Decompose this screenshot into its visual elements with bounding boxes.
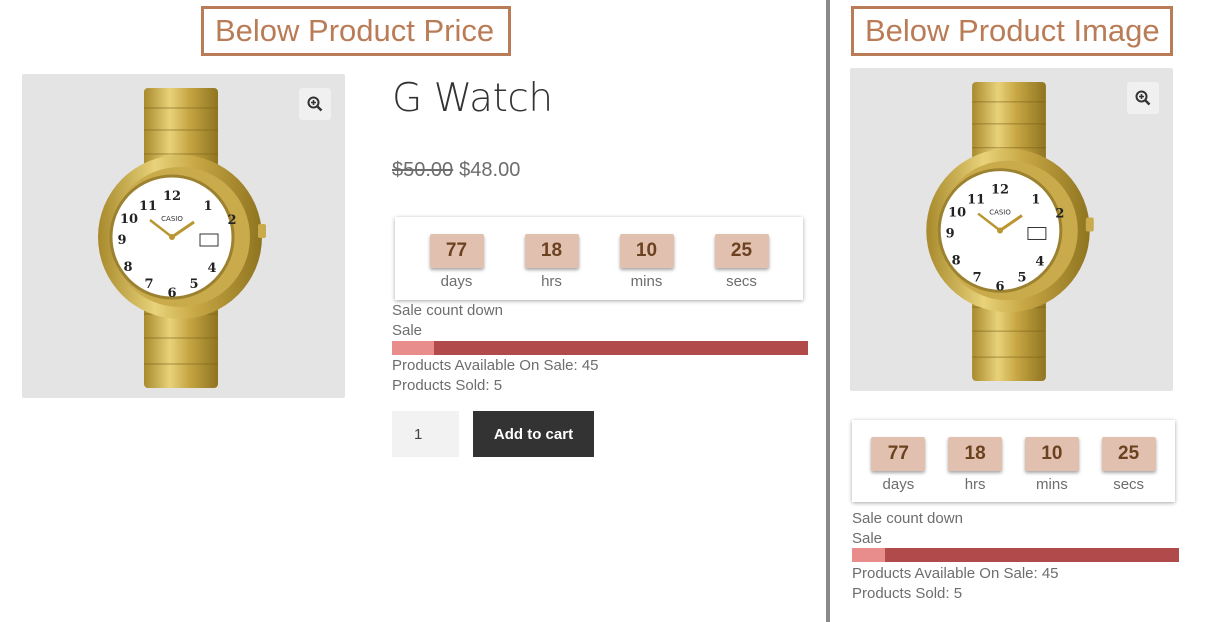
sale-label: Sale xyxy=(392,322,423,339)
svg-text:9: 9 xyxy=(946,226,955,241)
svg-text:1: 1 xyxy=(1031,193,1040,208)
svg-text:5: 5 xyxy=(189,277,198,292)
zoom-in-icon xyxy=(1135,90,1151,106)
svg-text:12: 12 xyxy=(163,189,181,204)
countdown-hours-label: hrs xyxy=(541,273,562,290)
product-image[interactable]: 12 1 2 456 78 9 10 11 CASIO xyxy=(22,74,345,398)
countdown-hours: 18 hrs xyxy=(524,234,579,300)
countdown-hours: 18 hrs xyxy=(948,437,1003,502)
section-divider xyxy=(826,0,830,622)
svg-text:12: 12 xyxy=(991,183,1009,198)
sale-countdown-label: Sale count down xyxy=(392,302,503,319)
countdown-days: 77 days xyxy=(429,234,484,300)
zoom-in-icon xyxy=(307,96,323,112)
countdown-days: 77 days xyxy=(871,437,926,502)
regular-price: $50.00 xyxy=(392,159,454,181)
add-to-cart-button[interactable]: Add to cart xyxy=(473,411,594,457)
countdown-minutes: 10 mins xyxy=(1024,437,1079,502)
products-sold-text: Products Sold: 5 xyxy=(392,377,503,394)
svg-text:2: 2 xyxy=(227,213,236,228)
svg-text:6: 6 xyxy=(167,286,176,301)
countdown-minutes-label: mins xyxy=(630,273,663,290)
countdown-minutes-value: 10 xyxy=(619,234,674,268)
svg-text:7: 7 xyxy=(144,277,153,292)
svg-text:10: 10 xyxy=(120,212,138,227)
sale-label: Sale xyxy=(852,530,883,547)
svg-text:1: 1 xyxy=(203,199,212,214)
svg-text:11: 11 xyxy=(139,199,157,214)
sale-progress-fill xyxy=(392,341,434,355)
watch-image: 12 12 456 78 9 1011 CASIO xyxy=(926,81,1094,382)
svg-text:9: 9 xyxy=(117,233,126,248)
product-image-right[interactable]: 12 1 2 456 78 9 10 11 CASIO xyxy=(850,68,1173,391)
svg-text:10: 10 xyxy=(948,206,966,221)
zoom-button[interactable] xyxy=(299,88,331,120)
svg-text:CASIO: CASIO xyxy=(161,215,183,223)
products-available-text: Products Available On Sale: 45 xyxy=(852,565,1059,582)
products-available-text: Products Available On Sale: 45 xyxy=(392,357,599,374)
sale-price: $48.00 xyxy=(459,159,521,181)
countdown-days-value: 77 xyxy=(429,234,484,268)
countdown-days-label: days xyxy=(882,476,915,493)
countdown-seconds: 25 secs xyxy=(1101,437,1156,502)
svg-text:7: 7 xyxy=(973,270,982,285)
countdown-minutes-label: mins xyxy=(1036,476,1068,493)
svg-text:6: 6 xyxy=(996,279,1005,294)
zoom-button[interactable] xyxy=(1127,82,1159,114)
countdown-hours-label: hrs xyxy=(964,476,986,493)
countdown-minutes: 10 mins xyxy=(619,234,674,300)
svg-text:CASIO: CASIO xyxy=(989,209,1011,217)
countdown-seconds-label: secs xyxy=(1113,476,1145,493)
products-sold-text: Products Sold: 5 xyxy=(852,585,963,602)
countdown-days-label: days xyxy=(440,273,473,290)
sale-progress-bar xyxy=(392,341,808,355)
countdown-timer: 77 days 18 hrs 10 mins 25 secs xyxy=(395,217,803,300)
countdown-hours-value: 18 xyxy=(948,437,1003,471)
svg-text:8: 8 xyxy=(123,260,132,275)
countdown-seconds-value: 25 xyxy=(714,234,769,268)
countdown-seconds-value: 25 xyxy=(1101,437,1156,471)
countdown-minutes-value: 10 xyxy=(1024,437,1079,471)
countdown-days-value: 77 xyxy=(871,437,926,471)
sale-countdown-label: Sale count down xyxy=(852,510,963,527)
countdown-seconds-label: secs xyxy=(726,273,757,290)
svg-text:8: 8 xyxy=(952,253,961,268)
sale-progress-fill xyxy=(852,548,885,562)
sale-progress-bar xyxy=(852,548,1179,562)
watch-image: 12 12 456 78 9 1011 CASIO xyxy=(98,88,266,388)
svg-text:11: 11 xyxy=(967,193,985,208)
product-title: G Watch xyxy=(392,76,553,121)
svg-text:4: 4 xyxy=(207,261,216,276)
quantity-input[interactable] xyxy=(392,411,459,457)
svg-text:5: 5 xyxy=(1017,270,1026,285)
section-heading-below-image: Below Product Image xyxy=(851,6,1173,56)
svg-text:2: 2 xyxy=(1055,207,1064,222)
section-heading-below-price: Below Product Price xyxy=(201,6,511,56)
product-price: $50.00 $48.00 xyxy=(392,159,520,182)
countdown-hours-value: 18 xyxy=(524,234,579,268)
countdown-seconds: 25 secs xyxy=(714,234,769,300)
countdown-timer-right: 77 days 18 hrs 10 mins 25 secs xyxy=(852,420,1175,502)
svg-text:4: 4 xyxy=(1035,254,1044,269)
